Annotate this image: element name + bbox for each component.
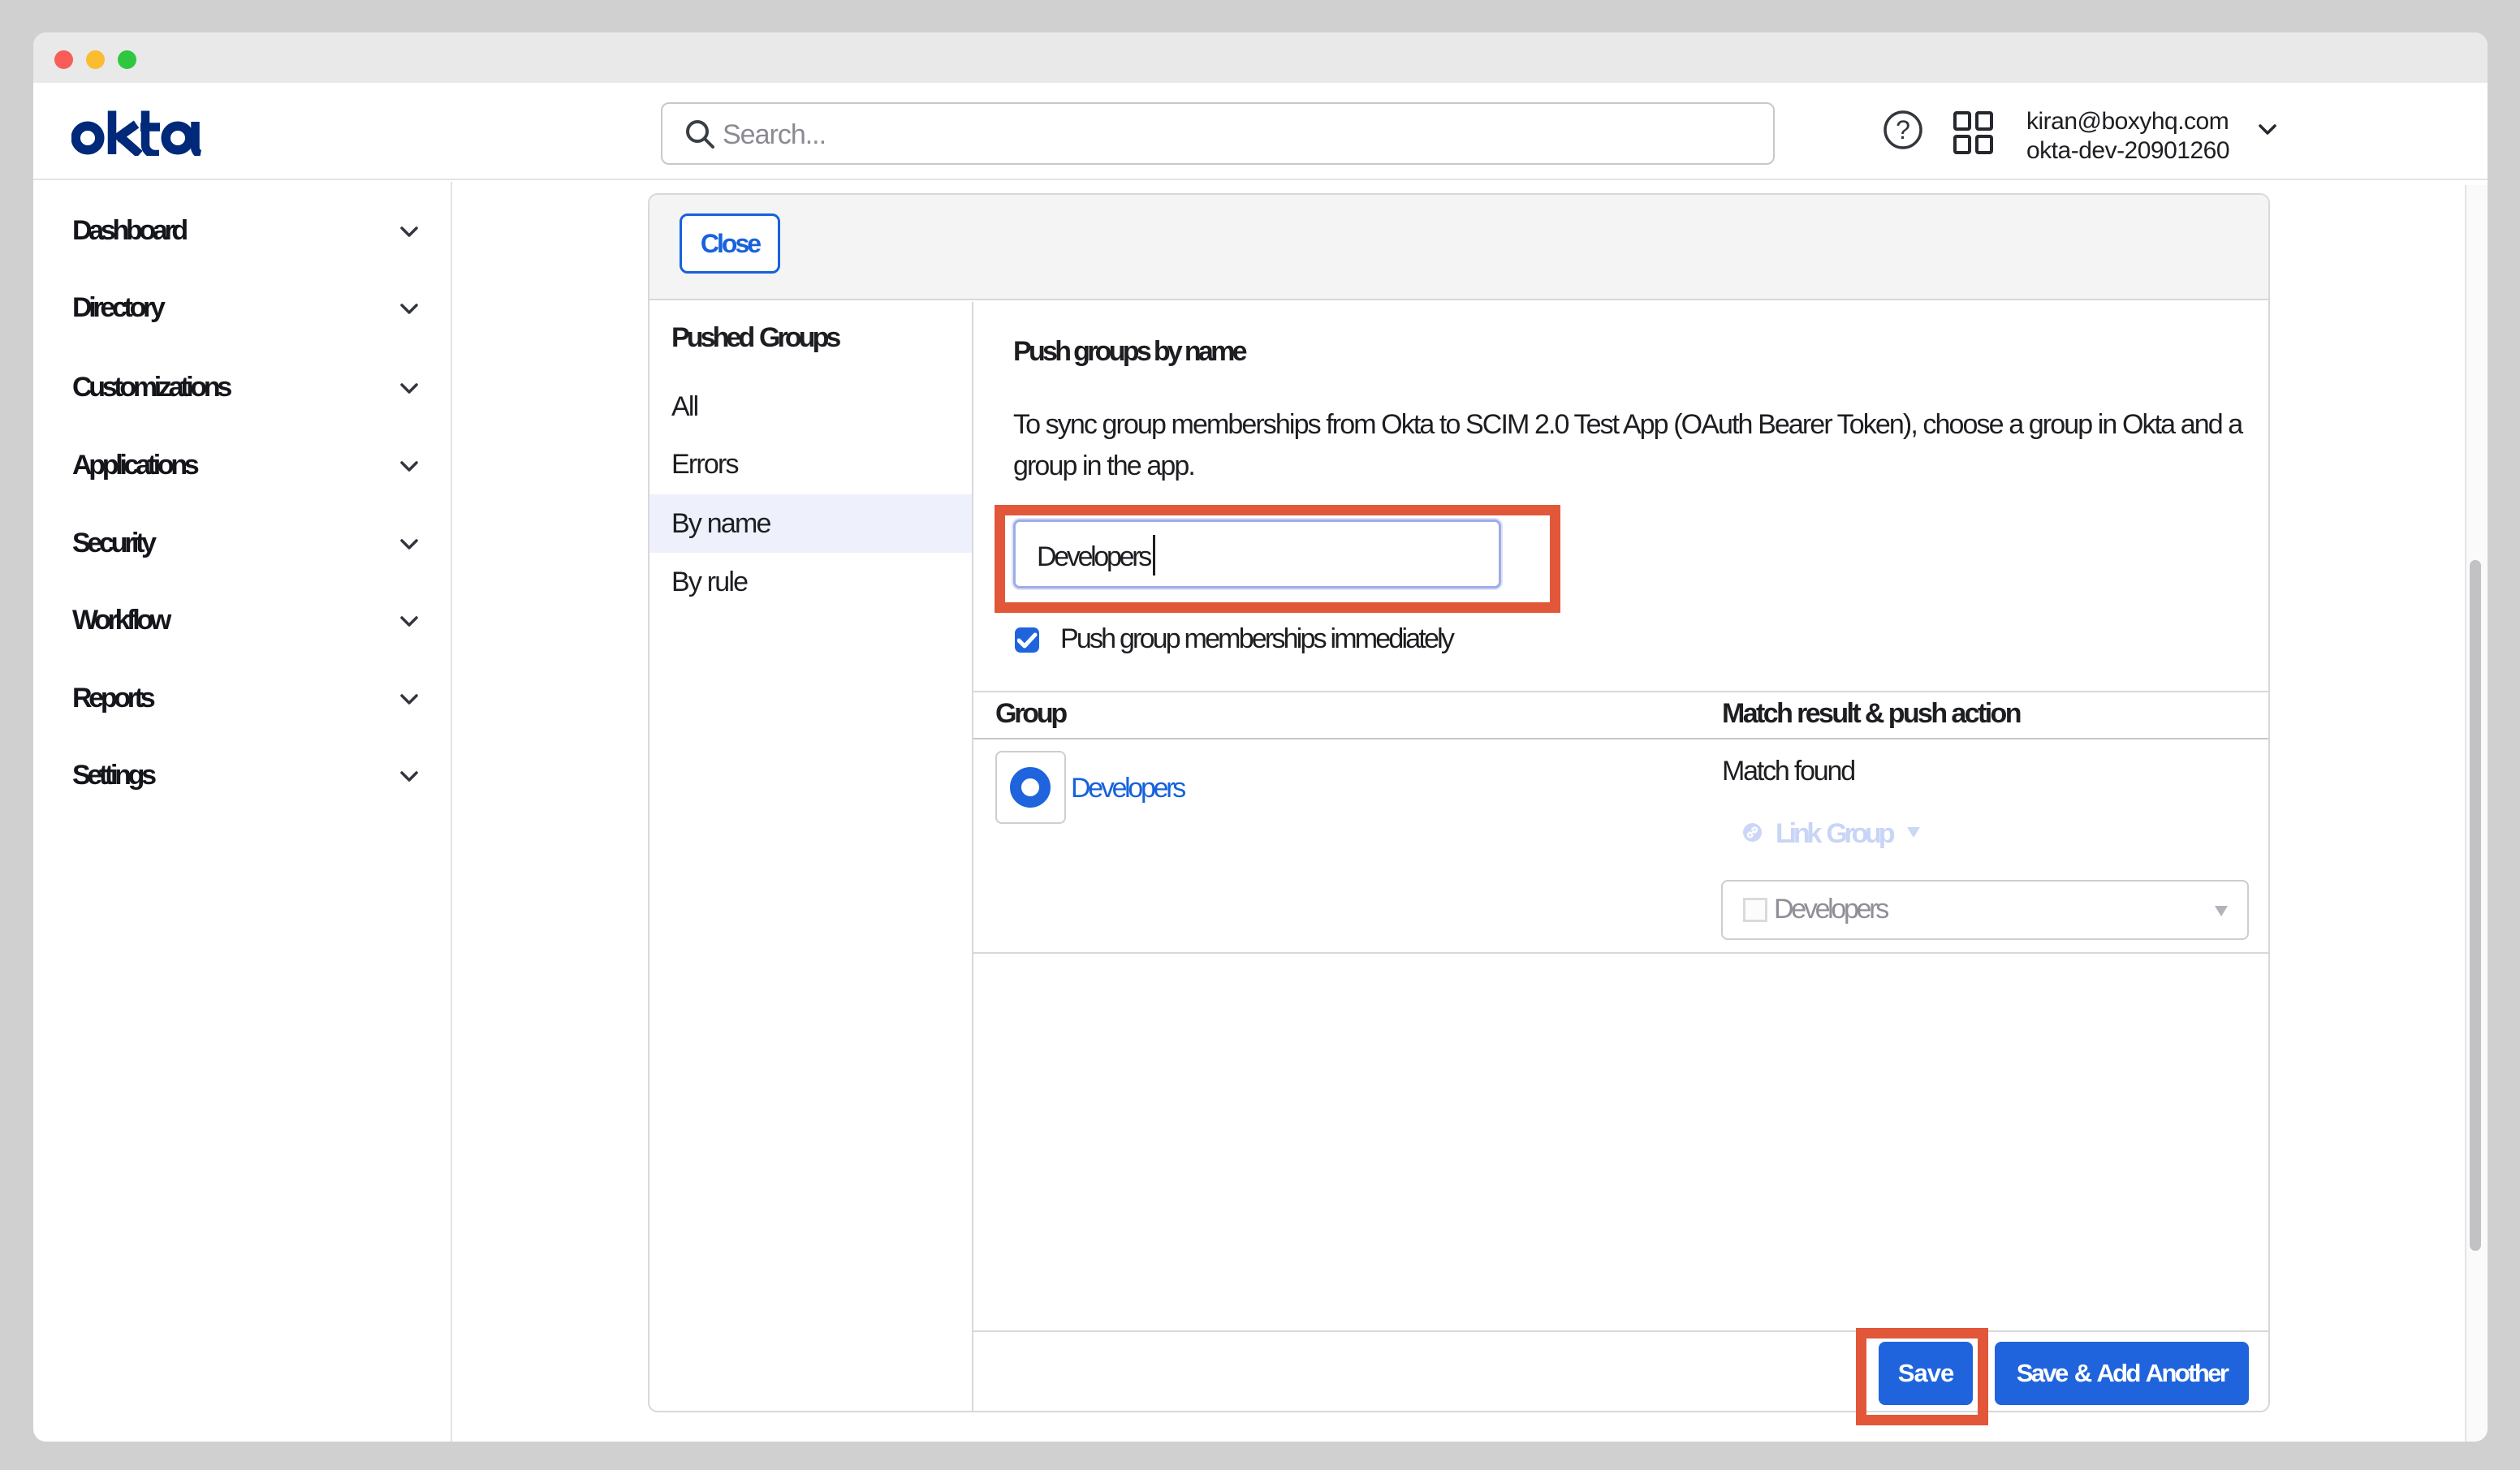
svg-text:?: ?: [1896, 115, 1910, 144]
